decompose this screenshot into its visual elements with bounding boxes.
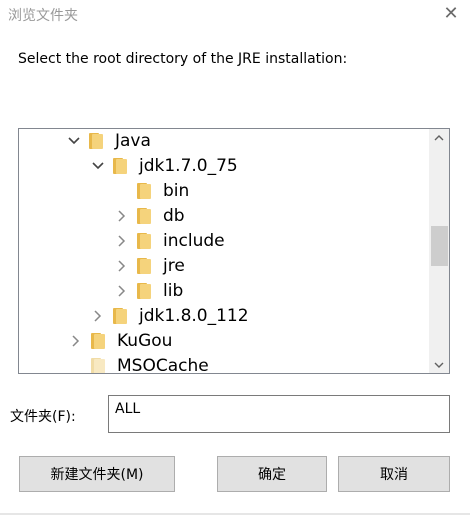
vertical-scrollbar[interactable] [429,129,449,373]
folder-icon [89,133,103,149]
chevron-up-icon[interactable] [429,129,449,146]
tree-item-label: lib [163,281,184,301]
chevron-down-icon[interactable] [91,159,105,173]
new-folder-button[interactable]: 新建文件夹(M) [19,456,175,492]
tree-item-label: jdk1.8.0_112 [139,306,249,326]
scrollbar-thumb[interactable] [431,226,448,266]
tree-item-label: include [163,231,225,251]
title-bar: 浏览文件夹 ✕ [0,0,470,30]
folder-tree[interactable]: Java jdk1.7.0_75 bin db include jre lib … [18,128,450,374]
chevron-right-icon[interactable] [115,259,129,273]
folder-icon [91,333,105,349]
folder-icon [137,208,151,224]
close-icon[interactable]: ✕ [436,2,466,26]
chevron-right-icon[interactable] [91,309,105,323]
cancel-button[interactable]: 取消 [338,456,450,492]
tree-item-msocache[interactable]: MSOCache [69,354,209,373]
tree-item-label: db [163,206,185,226]
folder-icon [113,158,127,174]
tree-item-jdk180[interactable]: jdk1.8.0_112 [91,304,249,328]
folder-field-label: 文件夹(F): [10,409,76,425]
instruction-text: Select the root directory of the JRE ins… [18,51,348,67]
folder-input[interactable]: ALL [108,395,450,433]
folder-icon [137,258,151,274]
window-title: 浏览文件夹 [8,8,78,24]
tree-item-kugou[interactable]: KuGou [69,329,172,353]
tree-item-java[interactable]: Java [67,129,151,153]
chevron-right-icon[interactable] [115,209,129,223]
chevron-down-icon[interactable] [429,356,449,373]
tree-item-bin[interactable]: bin [115,179,189,203]
chevron-down-icon[interactable] [67,134,81,148]
tree-item-label: bin [163,181,190,201]
folder-icon [137,283,151,299]
tree-item-jdk175[interactable]: jdk1.7.0_75 [91,154,238,178]
folder-icon [113,308,127,324]
tree-item-db[interactable]: db [115,204,185,228]
folder-icon [137,183,151,199]
folder-tree-list: Java jdk1.7.0_75 bin db include jre lib … [19,129,429,373]
folder-icon [91,358,105,373]
ok-button[interactable]: 确定 [217,456,327,492]
chevron-right-icon[interactable] [115,284,129,298]
chevron-right-icon[interactable] [69,334,83,348]
tree-item-label: MSOCache [117,356,209,373]
folder-icon [137,233,151,249]
tree-item-label: jdk1.7.0_75 [139,156,238,176]
tree-item-jre[interactable]: jre [115,254,185,278]
tree-item-include[interactable]: include [115,229,225,253]
chevron-right-icon[interactable] [115,234,129,248]
tree-item-label: jre [163,256,185,276]
tree-item-lib[interactable]: lib [115,279,183,303]
tree-item-label: KuGou [117,331,173,351]
tree-item-label: Java [115,131,151,151]
